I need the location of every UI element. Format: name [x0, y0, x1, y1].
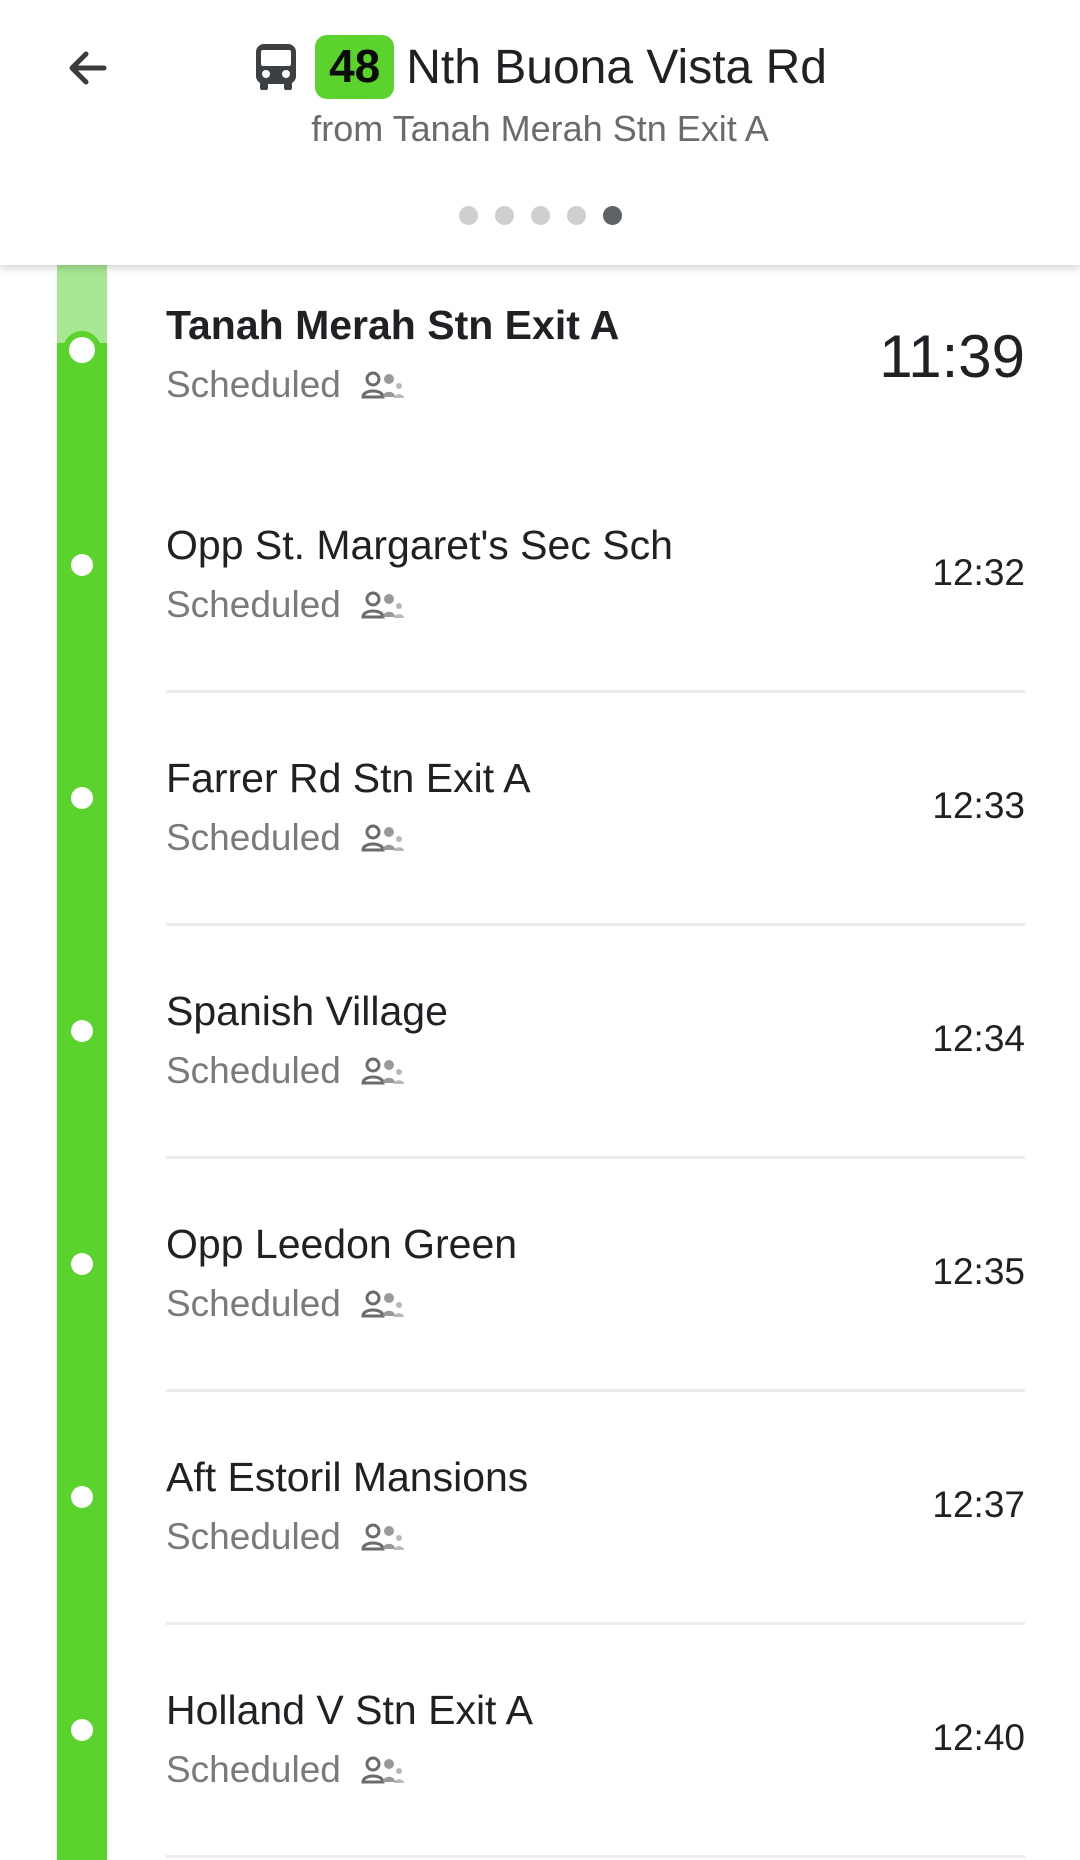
stop-row[interactable]: Holland V Stn Exit A Scheduled 12:40: [166, 1685, 1025, 1805]
stop-row[interactable]: Aft Estoril Mansions Scheduled 12:37: [166, 1452, 1025, 1572]
page-dot-3[interactable]: [530, 206, 550, 225]
page-dot-1[interactable]: [458, 206, 478, 225]
stop-marker: [71, 1020, 93, 1042]
arrival-time: 11:39: [879, 323, 1025, 390]
route-title: 48 Nth Buona Vista Rd: [0, 34, 1080, 100]
stop-marker: [71, 554, 93, 576]
route-destination: Nth Buona Vista Rd: [406, 40, 827, 94]
page-dot-4[interactable]: [566, 206, 586, 225]
stop-status: Scheduled: [166, 584, 341, 625]
stop-row[interactable]: Farrer Rd Stn Exit A Scheduled 12:33: [166, 753, 1025, 873]
stop-row[interactable]: Opp St. Margaret's Sec Sch Scheduled 12:…: [166, 520, 1025, 640]
divider: [166, 923, 1025, 926]
stop-name: Farrer Rd Stn Exit A: [166, 755, 531, 801]
stop-marker: [71, 1719, 93, 1741]
arrival-time: 12:40: [932, 1717, 1025, 1758]
page-indicator: [0, 206, 1080, 225]
divider: [166, 1156, 1025, 1159]
stop-name: Holland V Stn Exit A: [166, 1687, 533, 1733]
stop-status: Scheduled: [166, 1283, 341, 1324]
arrival-time: 12:35: [932, 1251, 1025, 1292]
divider: [166, 1622, 1025, 1625]
stop-marker: [71, 787, 93, 809]
page-dot-5-active[interactable]: [602, 206, 622, 225]
stop-name: Spanish Village: [166, 988, 448, 1034]
stop-marker: [71, 1253, 93, 1275]
stop-status: Scheduled: [166, 1516, 341, 1557]
arrival-time: 12:37: [932, 1484, 1025, 1525]
crowd-level-icon: [361, 371, 404, 399]
crowd-level-icon: [361, 824, 404, 852]
current-stop-marker: [63, 331, 101, 369]
stop-status: Scheduled: [166, 364, 341, 405]
bus-icon: [253, 42, 299, 92]
divider: [166, 1855, 1025, 1858]
app-header: 48 Nth Buona Vista Rd from Tanah Merah S…: [0, 0, 1080, 265]
route-line: [57, 265, 107, 1860]
stop-marker: [71, 1486, 93, 1508]
stop-status: Scheduled: [166, 1050, 341, 1091]
stop-name: Aft Estoril Mansions: [166, 1454, 529, 1500]
crowd-level-icon: [361, 1290, 404, 1318]
route-number-badge: 48: [315, 35, 395, 99]
stop-status: Scheduled: [166, 1749, 341, 1790]
route-origin: from Tanah Merah Stn Exit A: [311, 108, 769, 149]
arrival-time: 12:33: [932, 785, 1025, 826]
stop-status: Scheduled: [166, 817, 341, 858]
crowd-level-icon: [361, 591, 404, 619]
crowd-level-icon: [361, 1756, 404, 1784]
arrival-time: 12:32: [932, 552, 1025, 593]
page-dot-2[interactable]: [494, 206, 514, 225]
crowd-level-icon: [361, 1523, 404, 1551]
stop-row[interactable]: Opp Leedon Green Scheduled 12:35: [166, 1219, 1025, 1339]
crowd-level-icon: [361, 1057, 404, 1085]
stop-name: Opp St. Margaret's Sec Sch: [166, 522, 673, 568]
divider: [166, 1389, 1025, 1392]
stop-row[interactable]: Tanah Merah Stn Exit A Scheduled 11:39: [166, 300, 1025, 420]
divider: [166, 690, 1025, 693]
arrival-time: 12:34: [932, 1018, 1025, 1059]
stop-row[interactable]: Spanish Village Scheduled 12:34: [166, 986, 1025, 1106]
stop-name: Opp Leedon Green: [166, 1221, 518, 1267]
